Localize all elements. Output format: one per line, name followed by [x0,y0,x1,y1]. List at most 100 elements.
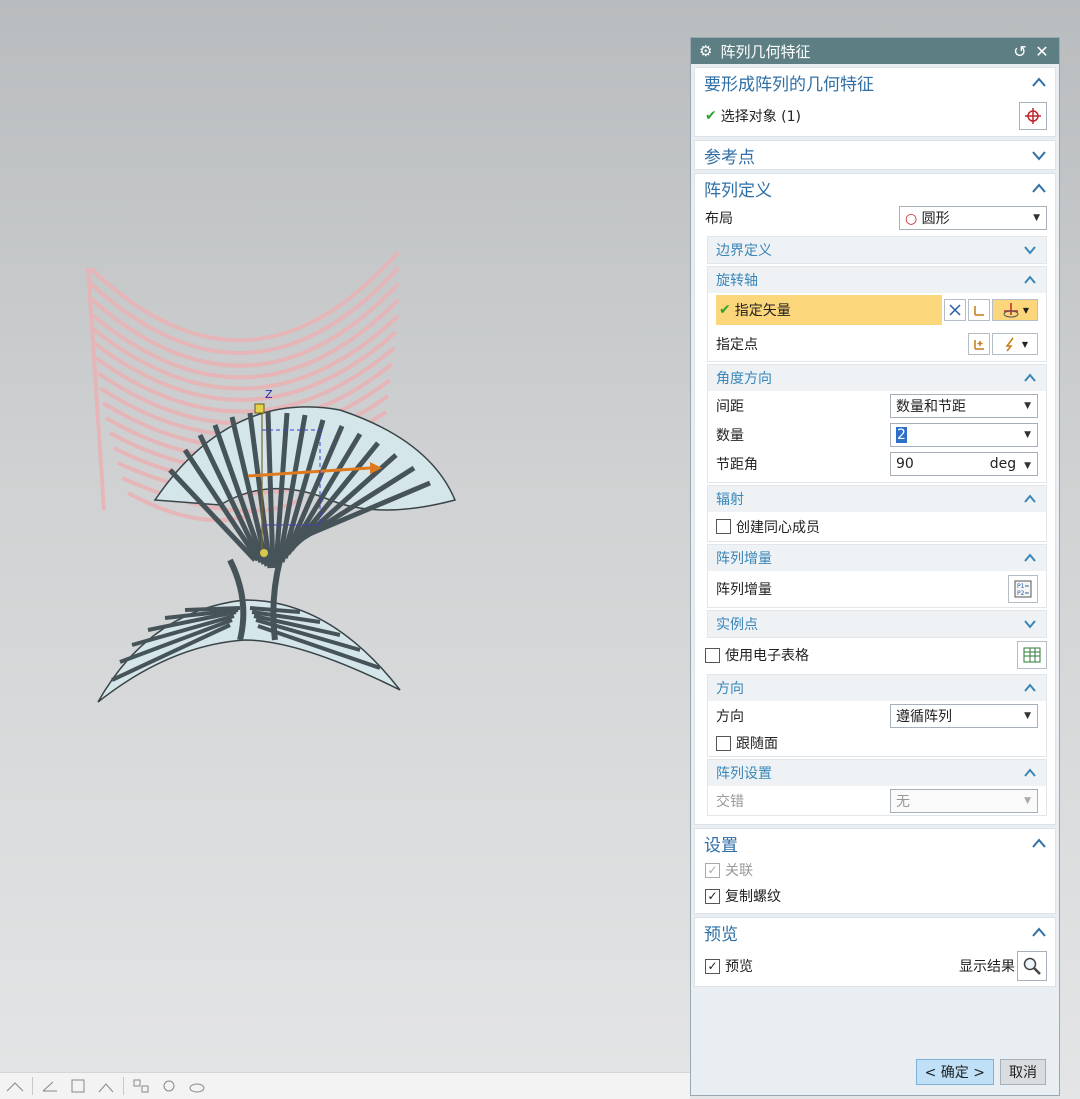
radiation-title: 辐射 [716,492,744,508]
pattern-settings-header[interactable]: 阵列设置 [708,760,1046,786]
close-icon[interactable]: ✕ [1033,42,1051,61]
vector-type-dropdown[interactable]: ▼ [992,299,1038,321]
chevron-up-icon[interactable] [1022,371,1038,385]
subsection-boundary: 边界定义 [707,236,1047,264]
group-icon[interactable] [130,1076,152,1096]
frame-icon[interactable] [67,1076,89,1096]
stagger-label: 交错 [716,793,744,810]
subsection-rotation-axis: 旋转轴 ✔ 指定矢量 ▼ 指定点 ▼ [707,266,1047,362]
specify-point-row[interactable]: 指定点 ▼ [708,327,1046,361]
chevron-up-icon[interactable] [1022,766,1038,780]
chevron-up-icon[interactable] [1022,273,1038,287]
chevron-down-icon[interactable] [1022,617,1038,631]
radiation-header[interactable]: 辐射 [708,486,1046,512]
layout-label: 布局 [705,211,733,227]
reset-icon[interactable]: ↺ [1011,42,1029,61]
tools-icon[interactable] [158,1076,180,1096]
section-settings-header[interactable]: 设置 [695,829,1055,857]
preview-label: 预览 [725,959,753,975]
preview-row: ✓ 预览 显示结果 [695,946,1055,986]
point-type-dropdown[interactable]: ▼ [992,333,1038,355]
shade-icon[interactable] [186,1076,208,1096]
dialog-title: 阵列几何特征 [720,42,811,61]
copy-threads-row[interactable]: ✓ 复制螺纹 [695,883,1055,909]
select-object-label: 选择对象 (1) [720,109,802,125]
dimension-icon[interactable] [4,1076,26,1096]
chevron-up-icon[interactable] [1031,75,1047,89]
point-dialog-button[interactable] [968,333,990,355]
reverse-vector-button[interactable] [944,299,966,321]
increment-button[interactable]: P1= P2= [1008,575,1038,603]
chevron-up-icon[interactable] [1031,181,1047,195]
spreadsheet-button[interactable] [1017,641,1047,669]
subsection-increment: 阵列增量 阵列增量 P1= P2= [707,544,1047,608]
constraint-icon[interactable] [95,1076,117,1096]
layout-dropdown[interactable]: ○ 圆形 ▼ [899,206,1047,230]
follow-face-row[interactable]: 跟随面 [708,730,1046,756]
concentric-checkbox[interactable] [716,519,731,534]
rotation-axis-title: 旋转轴 [716,273,758,289]
copy-threads-checkbox[interactable]: ✓ [705,888,720,904]
cancel-button[interactable]: 取消 [1000,1059,1046,1085]
pitch-angle-value[interactable]: 90 [896,456,914,472]
angle-icon[interactable] [39,1076,61,1096]
caret-down-icon: ▼ [1024,795,1031,806]
bottom-toolbar [0,1072,690,1099]
specify-point-label: 指定点 [716,337,758,353]
graphics-viewport[interactable]: Z [0,0,690,1070]
parameter-list-icon: P1=P2= [1014,580,1032,598]
toolbar-divider [123,1077,124,1095]
crosshair-select-button[interactable] [1019,102,1047,130]
orientation-header[interactable]: 方向 [708,675,1046,701]
spreadsheet-checkbox[interactable] [705,647,720,663]
specify-vector-row[interactable]: ✔ 指定矢量 ▼ [708,293,1046,327]
increment-title: 阵列增量 [716,551,772,567]
chevron-up-icon[interactable] [1031,836,1047,850]
chevron-down-icon[interactable] [1022,243,1038,257]
inferred-vector-icon [1003,303,1019,318]
instance-points-header[interactable]: 实例点 [708,611,1046,637]
chevron-up-icon[interactable] [1031,925,1047,939]
pitch-angle-label: 节距角 [716,456,758,473]
count-input[interactable]: 2 ▼ [890,422,1038,447]
spacing-row: 间距 数量和节距 ▼ [708,391,1046,420]
boundary-header[interactable]: 边界定义 [708,237,1046,263]
show-result-button[interactable] [1017,951,1047,981]
inferred-point-icon [1005,337,1014,352]
pitch-angle-unit[interactable]: deg [990,456,1016,472]
section-pattern-header[interactable]: 阵列定义 [695,174,1055,202]
subsection-instance-points: 实例点 [707,610,1047,638]
section-preview-header[interactable]: 预览 [695,918,1055,946]
preview-checkbox[interactable]: ✓ [705,958,720,974]
boundary-title: 边界定义 [716,243,772,259]
dialog-footer: < 确定 > 取消 [691,1049,1059,1095]
spacing-dropdown[interactable]: 数量和节距 ▼ [890,393,1038,418]
angle-direction-header[interactable]: 角度方向 [708,365,1046,391]
section-features-header[interactable]: 要形成阵列的几何特征 [695,68,1055,96]
section-reference-header[interactable]: 参考点 [695,141,1055,169]
crosshair-icon [1025,108,1041,124]
chevron-down-icon[interactable] [1031,148,1047,162]
section-pattern-definition: 阵列定义 布局 ○ 圆形 ▼ 边界定义 旋转轴 ✔ 指定矢量 ▼ 指定点 ▼ 角… [694,173,1056,825]
increment-header[interactable]: 阵列增量 [708,545,1046,571]
concentric-row[interactable]: 创建同心成员 [708,512,1046,541]
orientation-dropdown[interactable]: 遵循阵列 ▼ [890,703,1038,728]
select-object-row[interactable]: ✔ 选择对象 (1) [695,96,1055,136]
vector-dialog-button[interactable] [968,299,990,321]
layout-value: 圆形 [921,211,950,227]
magnifier-icon [1023,957,1041,975]
pitch-angle-input[interactable]: 90 deg ▼ [890,451,1038,476]
angle-direction-title: 角度方向 [716,371,772,387]
chevron-up-icon[interactable] [1022,681,1038,695]
follow-face-checkbox[interactable] [716,735,731,751]
associative-label: 关联 [725,863,753,879]
specify-vector-highlight[interactable]: ✔ 指定矢量 [716,295,942,325]
caret-down-icon: ▼ [1022,305,1030,315]
section-pattern-title: 阵列定义 [704,180,772,201]
chevron-up-icon[interactable] [1022,492,1038,506]
count-value[interactable]: 2 [896,426,907,443]
ok-button[interactable]: < 确定 > [915,1059,994,1085]
rotation-axis-header[interactable]: 旋转轴 [708,267,1046,293]
spreadsheet-row[interactable]: 使用电子表格 [695,638,1055,672]
chevron-up-icon[interactable] [1022,551,1038,565]
